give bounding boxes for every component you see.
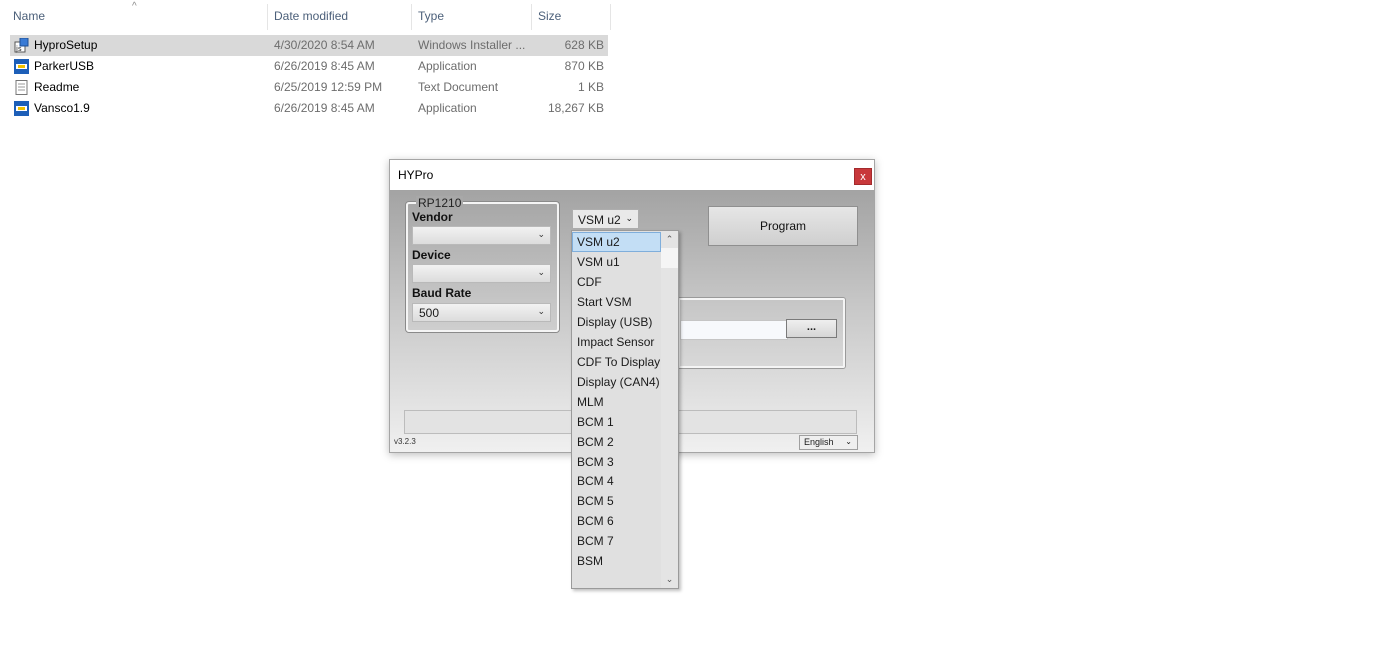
file-path-input[interactable] xyxy=(680,320,788,340)
module-select[interactable]: VSM u2 ⌄ xyxy=(572,209,639,229)
baud-rate-label: Baud Rate xyxy=(412,286,472,300)
language-value: English xyxy=(804,437,834,447)
text-document-icon xyxy=(15,80,28,95)
rp1210-group-label: RP1210 xyxy=(416,196,464,210)
file-row-readme[interactable]: Readme 6/25/2019 12:59 PM Text Document … xyxy=(10,77,608,98)
dropdown-option[interactable]: BCM 1 xyxy=(572,412,661,432)
file-name: Readme xyxy=(34,80,80,94)
dropdown-option[interactable]: BCM 3 xyxy=(572,452,661,472)
dropdown-option[interactable]: Display (USB) xyxy=(572,312,661,332)
file-size: 18,267 KB xyxy=(547,101,604,115)
dropdown-option[interactable]: Display (CAN4) xyxy=(572,372,661,392)
file-type: Text Document xyxy=(418,80,499,94)
column-type[interactable]: Type xyxy=(418,9,444,23)
window-title: HYPro xyxy=(398,168,434,182)
dropdown-option[interactable]: VSM u2 xyxy=(572,232,661,252)
chevron-down-icon: ⌄ xyxy=(537,267,545,277)
application-icon xyxy=(14,101,29,116)
dropdown-option[interactable]: BCM 7 xyxy=(572,531,661,551)
file-date: 6/25/2019 12:59 PM xyxy=(274,80,383,94)
file-name: ParkerUSB xyxy=(34,59,95,73)
dropdown-option[interactable]: BCM 4 xyxy=(572,471,661,491)
module-dropdown-list[interactable]: VSM u2 VSM u1 CDF Start VSM Display (USB… xyxy=(571,230,679,589)
chevron-down-icon: ⌄ xyxy=(537,306,545,316)
file-row-parkerusb[interactable]: ParkerUSB 6/26/2019 8:45 AM Application … xyxy=(10,56,608,77)
file-type: Windows Installer ... xyxy=(418,38,526,52)
close-button[interactable]: x xyxy=(854,168,872,185)
baud-rate-value: 500 xyxy=(419,306,440,320)
dropdown-option[interactable]: BSM xyxy=(572,551,661,571)
file-type: Application xyxy=(418,59,477,73)
vendor-label: Vendor xyxy=(412,210,453,224)
file-date: 6/26/2019 8:45 AM xyxy=(274,59,375,73)
program-button[interactable]: Program xyxy=(708,206,858,246)
dropdown-option[interactable]: Start VSM xyxy=(572,292,661,312)
chevron-down-icon: ⌄ xyxy=(625,213,633,223)
device-label: Device xyxy=(412,248,451,262)
column-divider[interactable] xyxy=(411,4,412,30)
chevron-down-icon: ⌄ xyxy=(845,437,852,446)
column-date-modified[interactable]: Date modified xyxy=(274,9,348,23)
dropdown-option[interactable]: BCM 6 xyxy=(572,511,661,531)
scroll-up-icon[interactable]: ⌃ xyxy=(661,231,678,248)
rp1210-group: RP1210 Vendor ⌄ Device ⌄ Baud Rate 500 ⌄ xyxy=(406,196,559,332)
file-name: Vansco1.9 xyxy=(34,101,90,115)
language-select[interactable]: English ⌄ xyxy=(799,435,858,450)
module-select-value: VSM u2 xyxy=(578,213,621,227)
dropdown-scrollbar[interactable]: ⌃ ⌄ xyxy=(661,231,678,588)
dropdown-option[interactable]: VSM u1 xyxy=(572,252,661,272)
file-explorer: ^ Name Date modified Type Size js HyproS… xyxy=(0,0,612,120)
dropdown-option[interactable]: BCM 2 xyxy=(572,432,661,452)
file-type: Application xyxy=(418,101,477,115)
dropdown-option[interactable]: CDF xyxy=(572,272,661,292)
column-divider[interactable] xyxy=(531,4,532,30)
column-divider[interactable] xyxy=(610,4,611,30)
dropdown-option[interactable]: MLM xyxy=(572,392,661,412)
column-size[interactable]: Size xyxy=(538,9,561,23)
column-divider[interactable] xyxy=(267,4,268,30)
vendor-select[interactable]: ⌄ xyxy=(412,226,551,245)
file-select-group: ... xyxy=(678,298,845,368)
device-select[interactable]: ⌄ xyxy=(412,264,551,283)
file-date: 4/30/2020 8:54 AM xyxy=(274,38,375,52)
dropdown-option[interactable]: BCM 5 xyxy=(572,491,661,511)
file-size: 1 KB xyxy=(577,80,604,94)
scroll-down-icon[interactable]: ⌄ xyxy=(661,571,678,588)
column-name[interactable]: Name xyxy=(13,9,45,23)
file-name: HyproSetup xyxy=(34,38,98,52)
column-header: ^ Name Date modified Type Size xyxy=(0,0,612,34)
scrollbar-thumb[interactable] xyxy=(661,248,678,268)
file-row-vansco[interactable]: Vansco1.9 6/26/2019 8:45 AM Application … xyxy=(10,98,608,119)
dropdown-option[interactable]: CDF To Display xyxy=(572,352,661,372)
version-label: v3.2.3 xyxy=(394,437,416,446)
browse-button[interactable]: ... xyxy=(786,319,837,338)
dropdown-option[interactable]: Impact Sensor xyxy=(572,332,661,352)
file-date: 6/26/2019 8:45 AM xyxy=(274,101,375,115)
sort-ascending-icon: ^ xyxy=(132,1,137,12)
application-icon xyxy=(14,59,29,74)
installer-icon: js xyxy=(14,38,29,53)
file-size: 870 KB xyxy=(564,59,604,73)
file-size: 628 KB xyxy=(564,38,604,52)
close-icon: x xyxy=(860,171,866,183)
svg-text:js: js xyxy=(15,45,22,53)
baud-rate-select[interactable]: 500 ⌄ xyxy=(412,303,551,322)
title-bar[interactable]: HYPro x xyxy=(390,160,874,190)
file-row-hyprosetup[interactable]: js HyproSetup 4/30/2020 8:54 AM Windows … xyxy=(10,35,608,56)
chevron-down-icon: ⌄ xyxy=(537,229,545,239)
